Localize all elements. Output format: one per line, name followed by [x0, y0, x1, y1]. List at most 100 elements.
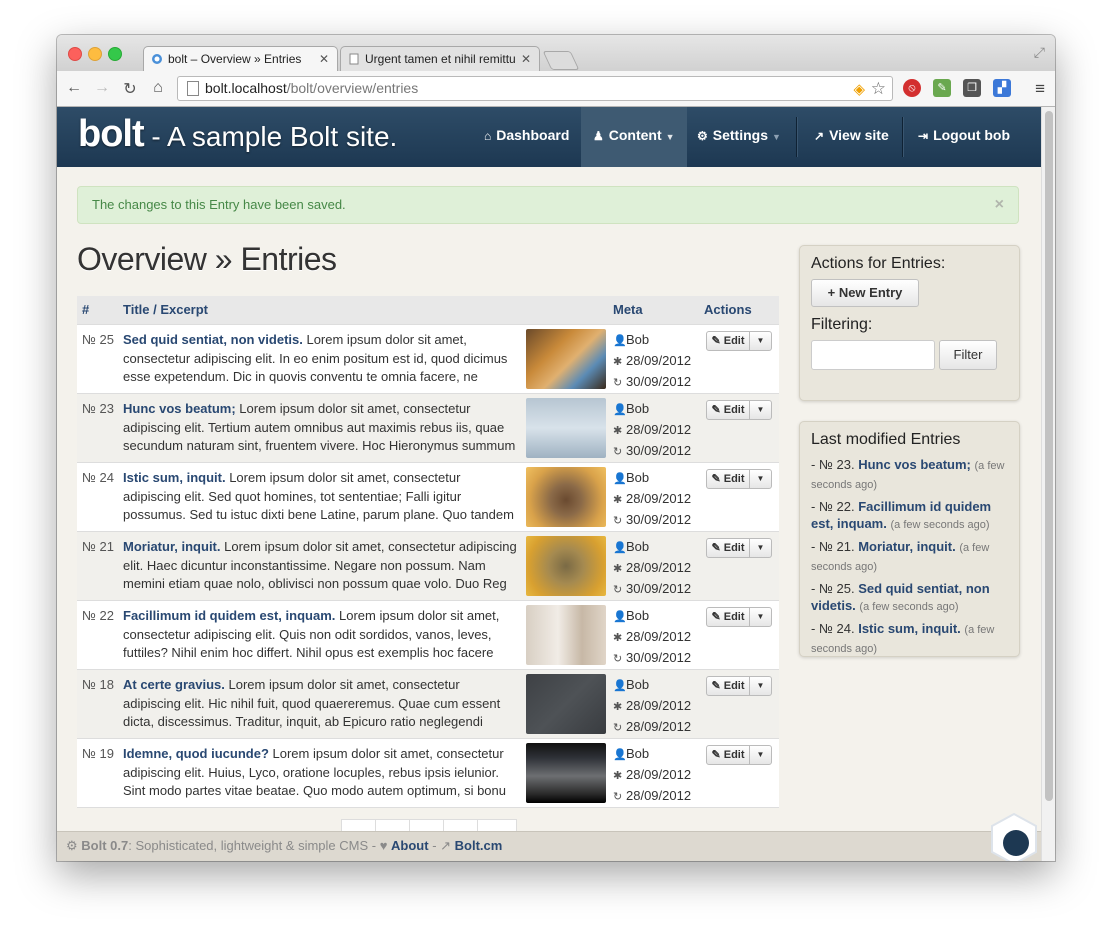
- close-window-button[interactable]: [68, 47, 82, 61]
- back-icon[interactable]: ←: [65, 79, 83, 97]
- filter-input[interactable]: [811, 340, 935, 370]
- filter-button[interactable]: Filter: [939, 340, 997, 370]
- entry-modified: 30/09/2012: [626, 650, 692, 665]
- table-body: № 25 Sed quid sentiat, non videtis. Lorem…: [77, 325, 779, 808]
- entries-table: # Title / Excerpt Meta Actions № 25 Sed q…: [77, 296, 779, 808]
- asterisk-icon: ✱: [613, 425, 623, 437]
- tab-title: bolt – Overview » Entries: [168, 52, 302, 66]
- alert-message: The changes to this Entry have been save…: [92, 197, 346, 212]
- entry-title-link[interactable]: At certe gravius.: [123, 677, 225, 692]
- cog-icon: ⚙: [66, 838, 78, 853]
- entry-title-link[interactable]: Facillimum id quidem est, inquam.: [123, 608, 335, 623]
- url-text: bolt.localhost/bolt/overview/entries: [205, 77, 418, 100]
- entry-meta: 👤Bob ✱ 28/09/2012 ↻ 30/09/2012: [613, 606, 691, 669]
- browser-tab-active[interactable]: bolt – Overview » Entries ✕: [143, 46, 338, 71]
- entry-thumbnail[interactable]: [526, 467, 606, 527]
- entry-author: Bob: [626, 332, 650, 347]
- edit-dropdown-toggle[interactable]: ▼: [749, 745, 772, 765]
- list-item: - № 25. Sed quid sentiat, non videtis. (…: [811, 580, 1007, 616]
- edit-dropdown-toggle[interactable]: ▼: [749, 400, 772, 420]
- nav-settings[interactable]: ⚙ Settings ▼: [697, 107, 781, 167]
- edit-button[interactable]: ✎ Edit: [706, 331, 750, 351]
- browser-menu-icon[interactable]: ≡: [1035, 79, 1045, 99]
- recent-prefix: - № 22.: [811, 499, 855, 514]
- edit-button[interactable]: ✎ Edit: [706, 607, 750, 627]
- edit-button[interactable]: ✎ Edit: [706, 538, 750, 558]
- footer-version: Bolt 0.7: [81, 838, 129, 853]
- edit-dropdown-toggle[interactable]: ▼: [749, 676, 772, 696]
- edit-dropdown-toggle[interactable]: ▼: [749, 538, 772, 558]
- bolt-gear-badge-icon[interactable]: [987, 812, 1041, 861]
- edit-button[interactable]: ✎ Edit: [706, 400, 750, 420]
- recent-entry-link[interactable]: Hunc vos beatum;: [858, 457, 971, 472]
- entry-title-link[interactable]: Hunc vos beatum;: [123, 401, 236, 416]
- elephant-extension-icon[interactable]: ❐: [963, 79, 981, 97]
- bookmark-star-icon[interactable]: ☆: [871, 77, 886, 100]
- entry-meta: 👤Bob ✱ 28/09/2012 ↻ 30/09/2012: [613, 537, 691, 600]
- edit-dropdown-toggle[interactable]: ▼: [749, 607, 772, 627]
- close-tab-icon[interactable]: ✕: [521, 47, 531, 72]
- new-entry-button[interactable]: + New Entry: [811, 279, 919, 307]
- close-tab-icon[interactable]: ✕: [319, 47, 329, 72]
- zoom-window-button[interactable]: [108, 47, 122, 61]
- entry-thumbnail[interactable]: [526, 674, 606, 734]
- nav-dashboard[interactable]: ⌂ Dashboard: [484, 107, 569, 167]
- asterisk-icon: ✱: [613, 770, 623, 782]
- entry-thumbnail[interactable]: [526, 743, 606, 803]
- edit-button[interactable]: ✎ Edit: [706, 745, 750, 765]
- nav-content-label: Content: [608, 127, 662, 143]
- minimize-window-button[interactable]: [88, 47, 102, 61]
- url-host: bolt.localhost: [205, 80, 287, 96]
- close-icon[interactable]: ×: [995, 187, 1004, 223]
- user-icon: 👤: [613, 542, 627, 554]
- entry-title-link[interactable]: Istic sum, inquit.: [123, 470, 226, 485]
- entry-title-link[interactable]: Moriatur, inquit.: [123, 539, 221, 554]
- edit-dropdown-toggle[interactable]: ▼: [749, 469, 772, 489]
- entry-title-link[interactable]: Idemne, quod iucunde?: [123, 746, 269, 761]
- evernote-extension-icon[interactable]: ✎: [933, 79, 951, 97]
- fullscreen-icon[interactable]: ⤢: [1034, 44, 1045, 61]
- entry-title-link[interactable]: Sed quid sentiat, non videtis.: [123, 332, 303, 347]
- entry-author: Bob: [626, 608, 650, 623]
- entry-thumbnail[interactable]: [526, 329, 606, 389]
- bolt-logo: bolt: [78, 113, 145, 155]
- recent-title: Last modified Entries: [811, 431, 961, 448]
- edit-button[interactable]: ✎ Edit: [706, 469, 750, 489]
- recent-entry-link[interactable]: Istic sum, inquit.: [858, 621, 961, 636]
- edit-label: Edit: [723, 680, 745, 692]
- nav-view-site-label: View site: [829, 127, 889, 143]
- nav-logout[interactable]: ⇥ Logout bob: [918, 107, 1010, 167]
- entry-thumbnail[interactable]: [526, 605, 606, 665]
- stop-extension-icon[interactable]: ⦸: [903, 79, 921, 97]
- bolt-cm-link[interactable]: Bolt.cm: [455, 838, 503, 853]
- footer: ⚙ Bolt 0.7: Sophisticated, lightweight &…: [57, 831, 1041, 861]
- caret-down-icon: ▼: [756, 336, 765, 345]
- browser-tab[interactable]: Urgent tamen et nihil remittu ✕: [340, 46, 540, 71]
- edit-dropdown-toggle[interactable]: ▼: [749, 331, 772, 351]
- nav-content[interactable]: ♟ Content ▼: [581, 107, 687, 167]
- refresh-icon: ↻: [613, 584, 623, 596]
- caret-down-icon: ▼: [756, 405, 765, 414]
- shield-extension-icon[interactable]: ◈: [853, 78, 865, 101]
- nav-view-site[interactable]: ↗ View site: [814, 107, 889, 167]
- pixel-extension-icon[interactable]: ▞: [993, 79, 1011, 97]
- caret-down-icon: ▼: [756, 543, 765, 552]
- new-tab-button[interactable]: [542, 51, 580, 70]
- list-item: - № 24. Istic sum, inquit. (a few second…: [811, 620, 1007, 658]
- home-icon[interactable]: ⌂: [149, 79, 167, 97]
- forward-icon[interactable]: →: [93, 79, 111, 97]
- table-row: № 25 Sed quid sentiat, non videtis. Lorem…: [77, 325, 779, 394]
- recent-entry-link[interactable]: Moriatur, inquit.: [858, 539, 956, 554]
- address-bar[interactable]: bolt.localhost/bolt/overview/entries ◈ ☆: [177, 76, 893, 101]
- entry-thumbnail[interactable]: [526, 398, 606, 458]
- about-link[interactable]: About: [391, 838, 429, 853]
- scrollbar-thumb[interactable]: [1045, 111, 1053, 801]
- entry-thumbnail[interactable]: [526, 536, 606, 596]
- reload-icon[interactable]: ↻: [121, 79, 139, 99]
- page-scrollbar[interactable]: [1041, 107, 1055, 861]
- entry-number: № 25: [82, 332, 115, 347]
- edit-label: Edit: [723, 611, 745, 623]
- brand[interactable]: bolt - A sample Bolt site.: [78, 113, 397, 156]
- edit-icon: ✎: [711, 680, 724, 692]
- edit-button[interactable]: ✎ Edit: [706, 676, 750, 696]
